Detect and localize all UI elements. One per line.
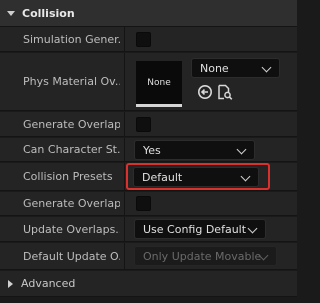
can-character-step-up-dropdown[interactable]: Yes — [134, 140, 255, 160]
row-can-character-step-up-on: Can Character St... Yes — [0, 138, 297, 162]
chevron-down-icon — [240, 171, 251, 182]
row-label: Phys Material Ov... — [23, 75, 120, 88]
browse-asset-icon[interactable] — [217, 84, 233, 100]
simulation-hit-events-checkbox[interactable] — [136, 32, 151, 47]
row-phys-material-override: Phys Material Ov... None None — [0, 53, 297, 111]
row-label: Update Overlaps... — [23, 222, 120, 236]
dropdown-value: Yes — [143, 143, 161, 157]
row-generate-overlap-events-2: Generate Overlap... — [0, 192, 297, 216]
row-label: Default Update O... — [23, 249, 120, 263]
dropdown-value: None — [200, 61, 229, 75]
dropdown-value: Use Config Default — [143, 222, 247, 236]
row-label: Can Character St... — [23, 143, 120, 156]
row-simulation-generates-hit-events: Simulation Gener... — [0, 27, 297, 52]
generate-overlap-checkbox[interactable] — [136, 117, 151, 132]
row-update-overlaps-method: Update Overlaps... Use Config Default — [0, 217, 297, 242]
generate-overlap-2-checkbox[interactable] — [136, 196, 151, 211]
phys-material-dropdown[interactable]: None — [191, 58, 280, 78]
default-update-dropdown: Only Update Movable — [134, 246, 277, 266]
row-default-update-overlaps: Default Update O... Only Update Movable — [0, 243, 297, 270]
dropdown-value: Default — [142, 170, 183, 184]
row-label: Generate Overlap... — [23, 117, 120, 131]
update-overlaps-dropdown[interactable]: Use Config Default — [134, 219, 266, 239]
advanced-label: Advanced — [21, 277, 76, 290]
chevron-down-icon — [247, 223, 258, 234]
row-label: Simulation Gener... — [23, 32, 120, 46]
chevron-down-icon — [236, 144, 247, 155]
thumbnail-label: None — [147, 77, 171, 88]
advanced-section-header[interactable]: Advanced — [0, 271, 297, 297]
section-title: Collision — [22, 6, 75, 20]
material-thumbnail[interactable]: None — [136, 61, 182, 107]
row-generate-overlap-events: Generate Overlap... — [0, 112, 297, 137]
collapse-arrow-icon[interactable] — [7, 10, 15, 16]
row-label: Collision Presets — [23, 170, 113, 183]
row-label: Generate Overlap... — [23, 197, 120, 210]
collision-presets-dropdown[interactable]: Default — [133, 167, 259, 187]
row-collision-presets: Collision Presets Default — [0, 163, 297, 191]
expand-arrow-icon[interactable] — [8, 279, 13, 288]
dropdown-value: Only Update Movable — [143, 249, 262, 263]
chevron-down-icon — [261, 62, 272, 73]
return-arrow-icon[interactable] — [197, 84, 213, 100]
collision-section-header[interactable]: Collision — [0, 0, 297, 27]
